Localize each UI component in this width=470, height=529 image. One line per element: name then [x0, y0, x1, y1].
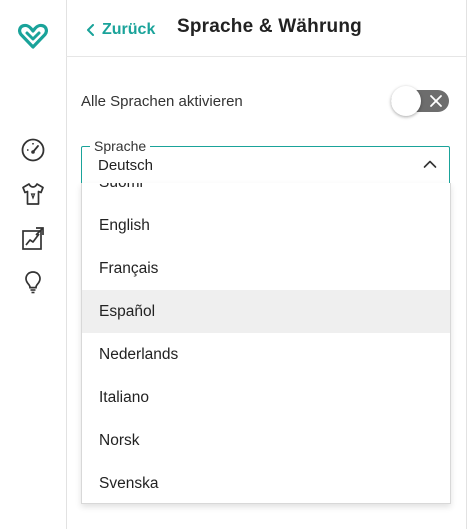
- language-select[interactable]: Sprache Deutsch: [81, 138, 450, 185]
- language-option[interactable]: Nederlands: [82, 333, 450, 376]
- language-option[interactable]: Norsk: [82, 419, 450, 462]
- language-option[interactable]: English: [82, 204, 450, 247]
- language-option[interactable]: Svenska: [82, 462, 450, 503]
- language-option[interactable]: Français: [82, 247, 450, 290]
- page-title: Sprache & Währung: [177, 16, 362, 37]
- lightbulb-icon[interactable]: [20, 269, 46, 295]
- language-option[interactable]: Italiano: [82, 376, 450, 419]
- toggle-knob: [391, 86, 421, 116]
- language-option[interactable]: Español: [82, 290, 450, 333]
- language-options-list: Suomi English Français Español Nederland…: [82, 183, 450, 503]
- close-icon: [430, 95, 442, 107]
- back-button[interactable]: Zurück: [86, 18, 155, 42]
- back-button-label: Zurück: [102, 21, 156, 38]
- language-dropdown-menu[interactable]: Suomi English Français Español Nederland…: [81, 183, 451, 504]
- all-languages-row: Alle Sprachen aktivieren: [81, 86, 451, 118]
- heart-logo-icon[interactable]: [18, 22, 48, 50]
- language-option[interactable]: Suomi: [82, 183, 450, 204]
- chevron-left-icon: [87, 24, 94, 36]
- speedometer-icon[interactable]: [20, 137, 46, 163]
- image-chart-icon[interactable]: [20, 226, 46, 252]
- settings-panel: Zurück Sprache & Währung Alle Sprachen a…: [66, 0, 467, 529]
- all-languages-label: Alle Sprachen aktivieren: [81, 93, 243, 110]
- tshirt-icon[interactable]: [20, 181, 46, 207]
- language-select-value: Deutsch: [98, 157, 154, 174]
- all-languages-toggle[interactable]: [391, 86, 449, 116]
- chevron-up-icon: [423, 160, 437, 168]
- panel-header: Zurück Sprache & Währung: [66, 0, 466, 57]
- language-select-legend: Sprache: [90, 138, 151, 154]
- side-rail: [0, 0, 67, 529]
